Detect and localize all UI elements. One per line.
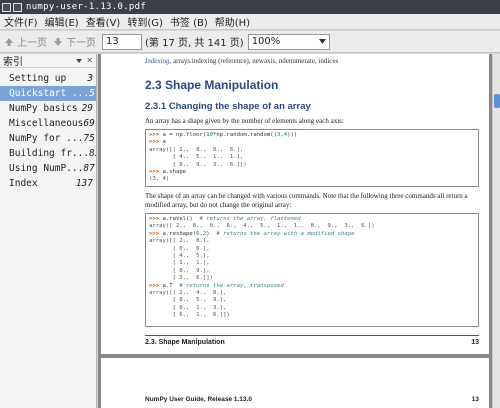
section-title: 2.3 Shape Manipulation (145, 78, 279, 92)
outline-item[interactable]: Index 137 (0, 176, 96, 191)
outline-item[interactable]: Using NumP... 87 (0, 161, 96, 176)
window-close-icon[interactable] (13, 2, 22, 12)
prev-page-button[interactable]: 上一页 (4, 34, 47, 49)
scrollbar-thumb[interactable] (494, 94, 500, 108)
outline-item-selected[interactable]: Quickstart ... 5 (0, 86, 96, 101)
outline-list: Setting up 3 Quickstart ... 5 NumPy basics… (0, 68, 96, 191)
outline-item-label: Using NumP... (9, 163, 84, 174)
page-number-input[interactable] (102, 33, 142, 50)
vertical-scrollbar[interactable] (492, 54, 500, 408)
window-menu-icon[interactable] (2, 2, 11, 12)
menu-file[interactable]: 文件(F) (4, 14, 38, 29)
outline-item[interactable]: Setting up 3 (0, 71, 96, 86)
page-count-info: (第 17 页, 共 141 页) (145, 38, 244, 49)
outline-item-page: 69 (83, 118, 95, 129)
outline-item-label: Building fr... (9, 148, 90, 159)
sidebar: 索引 ✕ Setting up 3 Quickstart ... 5 NumPy b… (0, 54, 97, 408)
footer-section: 2.3. Shape Manipulation (145, 339, 225, 346)
window-title: numpy-user-1.13.0.pdf (26, 2, 147, 12)
header-rest: , arrays.indexing (reference), newaxis, … (169, 57, 339, 65)
sidebar-title: 索引 (3, 57, 23, 68)
next-page-header: NumPy User Guide, Release 1.13.0 13 (145, 396, 479, 403)
toolbar: 上一页 下一页 (第 17 页, 共 141 页) 100% (0, 31, 500, 53)
outline-item-page: 3 (87, 73, 93, 84)
outline-item[interactable]: Building fr...83 (0, 146, 96, 161)
code-block-1: >>> a = np.floor(10*np.random.random((3,… (145, 129, 479, 187)
close-sidebar-icon[interactable]: ✕ (86, 56, 93, 65)
title-bar: numpy-user-1.13.0.pdf (0, 0, 500, 14)
header-link[interactable]: Indexing (145, 57, 170, 65)
outline-item[interactable]: NumPy for ... 75 (0, 131, 96, 146)
outline-item-page: 137 (75, 178, 93, 189)
arrow-down-icon (54, 37, 62, 46)
paragraph-1: An array has a shape given by the number… (145, 117, 344, 125)
outline-item-page: 75 (83, 133, 95, 144)
footer-page-number: 13 (471, 339, 479, 346)
menu-help[interactable]: 帮助(H) (215, 14, 250, 29)
outline-item-label: Index (9, 178, 38, 189)
menu-view[interactable]: 查看(V) (86, 14, 121, 29)
page-header-text: Indexing, arrays.indexing (reference), n… (145, 57, 338, 65)
sidebar-header: 索引 ✕ (0, 54, 96, 68)
paragraph-2: The shape of an array can be changed wit… (145, 192, 468, 209)
next-page-label: 下一页 (66, 38, 96, 49)
subsection-title: 2.3.1 Changing the shape of an array (145, 101, 311, 112)
page-footer: 2.3. Shape Manipulation 13 (145, 335, 479, 346)
next-page-header-number: 13 (471, 396, 479, 403)
menu-bar: 文件(F) 编辑(E) 查看(V) 转到(G) 书签 (B) 帮助(H) (0, 14, 500, 30)
pdf-page-next: NumPy User Guide, Release 1.13.0 13 (101, 358, 489, 408)
outline-item-label: NumPy for ... (9, 133, 84, 144)
next-page-header-title: NumPy User Guide, Release 1.13.0 (145, 396, 252, 403)
outline-item-page: 83 (89, 148, 96, 159)
outline-item-label: Setting up (9, 73, 67, 84)
outline-item[interactable]: Miscellaneous 69 (0, 116, 96, 131)
outline-item[interactable]: NumPy basics 29 (0, 101, 96, 116)
menu-bookmarks[interactable]: 书签 (B) (170, 14, 208, 29)
menu-go[interactable]: 转到(G) (127, 14, 163, 29)
outline-item-page: 29 (81, 103, 93, 114)
menu-edit[interactable]: 编辑(E) (45, 14, 79, 29)
zoom-value: 100% (251, 36, 281, 47)
next-page-button[interactable]: 下一页 (53, 34, 96, 49)
outline-item-label: Quickstart ... (9, 88, 90, 99)
prev-page-label: 上一页 (17, 38, 47, 49)
outline-item-page: 5 (89, 88, 95, 99)
arrow-up-icon (5, 37, 13, 46)
zoom-select[interactable]: 100% (247, 33, 330, 50)
pdf-page: Indexing, arrays.indexing (reference), n… (101, 54, 489, 354)
document-view[interactable]: Indexing, arrays.indexing (reference), n… (98, 54, 500, 408)
outline-item-label: Miscellaneous (9, 118, 84, 129)
code-block-2: >>> a.ravel() # returns the array, flatt… (145, 213, 479, 327)
outline-item-label: NumPy basics (9, 103, 78, 114)
outline-item-page: 87 (83, 163, 95, 174)
chevron-down-icon (318, 39, 326, 44)
chevron-down-icon[interactable] (76, 58, 83, 63)
